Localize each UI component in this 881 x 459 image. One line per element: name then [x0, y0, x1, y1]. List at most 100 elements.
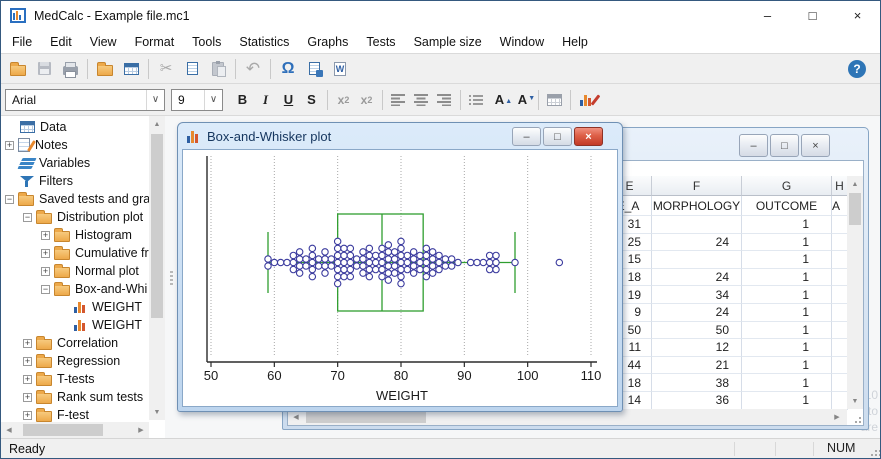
- sheet-cell[interactable]: [652, 251, 742, 269]
- tree-item-data[interactable]: Data: [1, 118, 149, 136]
- menu-format[interactable]: Format: [126, 33, 184, 51]
- decrease-font-button[interactable]: A ▼: [511, 89, 535, 111]
- field-name-cell[interactable]: A: [832, 196, 848, 216]
- sheet-vscroll-thumb[interactable]: [849, 193, 861, 225]
- plot-minimize-button[interactable]: –: [512, 127, 541, 146]
- sheet-cell[interactable]: [832, 391, 848, 410]
- export-word-button[interactable]: W: [327, 57, 353, 81]
- spreadsheet-button[interactable]: [118, 57, 144, 81]
- scroll-down-icon[interactable]: ▼: [149, 406, 165, 418]
- expand-icon[interactable]: +: [41, 266, 50, 276]
- scroll-left-icon[interactable]: ◀: [3, 422, 15, 438]
- expand-icon[interactable]: +: [5, 140, 14, 150]
- sheet-cell[interactable]: 24: [652, 303, 742, 322]
- duplicate-button[interactable]: [92, 57, 118, 81]
- table-options-button[interactable]: [543, 89, 566, 111]
- sheet-cell[interactable]: [832, 268, 848, 287]
- tree-item-cumulative-fr[interactable]: + Cumulative fr: [1, 244, 149, 262]
- sheet-cell[interactable]: 1: [742, 356, 832, 375]
- underline-button[interactable]: U: [277, 89, 300, 111]
- sheet-cell[interactable]: 1: [742, 251, 832, 269]
- bold-button[interactable]: B: [231, 89, 254, 111]
- sheet-cell[interactable]: 36: [652, 391, 742, 410]
- column-header-H[interactable]: H: [832, 176, 848, 196]
- scroll-up-icon[interactable]: ▲: [847, 178, 863, 190]
- column-header-F[interactable]: F: [652, 176, 742, 196]
- sheet-cell[interactable]: 38: [652, 374, 742, 392]
- undo-button[interactable]: ↶: [240, 57, 266, 81]
- sheet-cell[interactable]: 1: [742, 268, 832, 287]
- scroll-right-icon[interactable]: ▶: [831, 409, 843, 425]
- tree-item-correlation[interactable]: + Correlation: [1, 334, 149, 352]
- tree-item-regression[interactable]: + Regression: [1, 352, 149, 370]
- scroll-down-icon[interactable]: ▼: [847, 395, 863, 407]
- panel-splitter[interactable]: [165, 116, 177, 439]
- tree-vscrollbar[interactable]: ▲ ▼: [149, 116, 165, 420]
- sheet-cell[interactable]: 24: [652, 268, 742, 287]
- sheet-cell[interactable]: 1: [742, 216, 832, 234]
- copy-button[interactable]: [179, 57, 205, 81]
- resize-grip[interactable]: [867, 446, 877, 456]
- menu-view[interactable]: View: [81, 33, 126, 51]
- expand-icon[interactable]: +: [23, 338, 32, 348]
- plot-titlebar[interactable]: Box-and-Whisker plot – □ ×: [179, 124, 621, 149]
- list-button[interactable]: [465, 89, 488, 111]
- sheet-vscrollbar[interactable]: ▲ ▼: [847, 176, 863, 409]
- sheet-close-button[interactable]: ×: [801, 134, 830, 157]
- tree-item-rank-sum-tests[interactable]: + Rank sum tests: [1, 388, 149, 406]
- sheet-cell[interactable]: 1: [742, 391, 832, 410]
- tree-item-t-tests[interactable]: + T-tests: [1, 370, 149, 388]
- sheet-cell[interactable]: [832, 251, 848, 269]
- font-size-select[interactable]: 9 ∨: [171, 88, 223, 111]
- tree-item-normal-plot[interactable]: + Normal plot: [1, 262, 149, 280]
- tree-item-saved-tests-and-grap[interactable]: − Saved tests and grap: [1, 189, 149, 208]
- save-button[interactable]: [31, 57, 57, 81]
- sheet-cell[interactable]: 21: [652, 356, 742, 375]
- sheet-cell[interactable]: 1: [742, 286, 832, 304]
- scroll-up-icon[interactable]: ▲: [149, 118, 165, 130]
- expand-icon[interactable]: +: [41, 230, 50, 240]
- align-left-button[interactable]: [387, 89, 410, 111]
- align-right-button[interactable]: [433, 89, 456, 111]
- sheet-cell[interactable]: 34: [652, 286, 742, 304]
- column-header-G[interactable]: G: [742, 176, 832, 196]
- menu-file[interactable]: File: [3, 33, 41, 51]
- expand-icon[interactable]: +: [41, 248, 50, 258]
- special-character-button[interactable]: Ω: [275, 57, 301, 81]
- sheet-cell[interactable]: [832, 233, 848, 252]
- sheet-cell[interactable]: 1: [742, 374, 832, 392]
- tree-hscroll-thumb[interactable]: [23, 424, 103, 436]
- tree-item-filters[interactable]: Filters: [1, 172, 149, 190]
- sheet-cell[interactable]: 24: [652, 233, 742, 252]
- expand-icon[interactable]: +: [23, 410, 32, 420]
- collapse-icon[interactable]: −: [41, 284, 50, 294]
- sheet-cell[interactable]: [832, 374, 848, 392]
- plot-restore-button[interactable]: □: [543, 127, 572, 146]
- tree-vscroll-thumb[interactable]: [151, 134, 163, 318]
- close-button[interactable]: ×: [835, 1, 880, 30]
- plot-close-button[interactable]: ×: [574, 127, 603, 146]
- sheet-cell[interactable]: [652, 216, 742, 234]
- tree-hscrollbar[interactable]: ◀ ▶: [1, 422, 149, 438]
- tree-item-histogram[interactable]: + Histogram: [1, 226, 149, 244]
- sheet-cell[interactable]: 50: [652, 321, 742, 340]
- sheet-cell[interactable]: 1: [742, 303, 832, 322]
- resize-grip[interactable]: [851, 413, 861, 423]
- font-select[interactable]: Arial ∨: [5, 88, 165, 111]
- menu-graphs[interactable]: Graphs: [298, 33, 357, 51]
- minimize-button[interactable]: –: [745, 1, 790, 30]
- menu-sample-size[interactable]: Sample size: [405, 33, 491, 51]
- field-name-cell[interactable]: MORPHOLOGY: [652, 196, 742, 216]
- sheet-cell[interactable]: 1: [742, 233, 832, 252]
- sheet-hscroll-thumb[interactable]: [306, 411, 426, 423]
- subscript-button[interactable]: x2: [332, 89, 355, 111]
- tree-item-weight[interactable]: WEIGHT: [1, 298, 149, 316]
- expand-icon[interactable]: +: [23, 392, 32, 402]
- sheet-restore-button[interactable]: □: [770, 134, 799, 157]
- sheet-cell[interactable]: [832, 216, 848, 234]
- menu-help[interactable]: Help: [553, 33, 597, 51]
- menu-tools[interactable]: Tools: [183, 33, 230, 51]
- sheet-cell[interactable]: 1: [742, 339, 832, 357]
- sheet-cell[interactable]: 1: [742, 321, 832, 340]
- tree-item-box-and-whi[interactable]: − Box-and-Whi: [1, 280, 149, 298]
